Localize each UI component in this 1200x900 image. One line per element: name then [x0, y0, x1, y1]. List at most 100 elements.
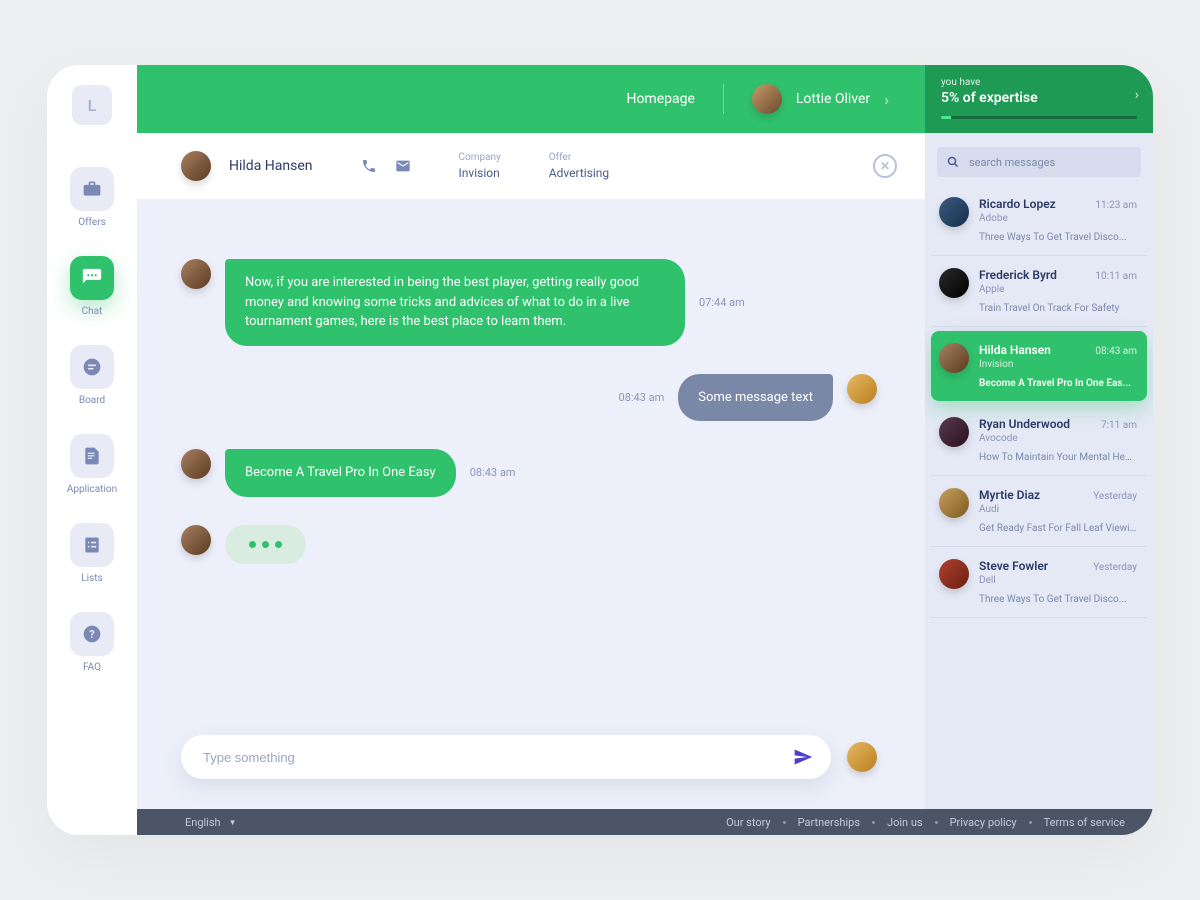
conv-preview: Get Ready Fast For Fall Leaf Viewi...: [979, 523, 1137, 534]
conv-name: Frederick Byrd: [979, 268, 1057, 282]
progress-bar: [941, 116, 951, 119]
conv-time: 7:11 am: [1101, 420, 1137, 431]
conv-name: Steve Fowler: [979, 559, 1048, 573]
chevron-right-icon: ›: [1135, 87, 1139, 103]
expertise-value: 5% of expertise: [941, 90, 1137, 106]
expertise-panel[interactable]: you have 5% of expertise ›: [925, 65, 1153, 133]
conv-time: Yesterday: [1093, 491, 1137, 502]
message-time: 08:43 am: [608, 391, 664, 404]
typing-dots-icon: [249, 541, 282, 548]
search-placeholder: search messages: [969, 156, 1055, 169]
language-selector[interactable]: English ▼: [185, 816, 237, 829]
sidebar: L Offers Chat Board Application: [47, 65, 137, 835]
company-value: Invision: [459, 166, 501, 180]
user-menu[interactable]: Lottie Oliver ›: [752, 84, 889, 114]
document-icon: [70, 434, 114, 478]
conv-company: Invision: [979, 359, 1137, 370]
nav-item-offers[interactable]: Offers: [70, 167, 114, 228]
conv-company: Apple: [979, 284, 1137, 295]
conversation-item[interactable]: Steve FowlerYesterday Dell Three Ways To…: [931, 547, 1147, 618]
conv-preview: How To Maintain Your Mental Heal...: [979, 452, 1137, 463]
conv-company: Adobe: [979, 213, 1137, 224]
caret-down-icon: ▼: [229, 818, 237, 827]
conv-preview: Train Travel On Track For Safety: [979, 303, 1137, 314]
avatar: [181, 449, 211, 479]
contact-name: Hilda Hansen: [229, 158, 313, 174]
avatar: [939, 417, 969, 447]
conversation-item[interactable]: Myrtie DiazYesterday Audi Get Ready Fast…: [931, 476, 1147, 547]
expertise-label: you have: [941, 77, 1137, 88]
message-in: Now, if you are interested in being the …: [181, 259, 877, 346]
send-icon[interactable]: [793, 747, 813, 767]
message-bubble: Now, if you are interested in being the …: [225, 259, 685, 346]
avatar: [939, 559, 969, 589]
nav-label: Board: [79, 395, 105, 406]
message-list: Now, if you are interested in being the …: [137, 199, 925, 735]
divider: [723, 84, 724, 114]
avatar: [752, 84, 782, 114]
message-time: 08:43 am: [470, 466, 526, 479]
main: Homepage Lottie Oliver › you have 5% of …: [137, 65, 1153, 835]
topbar: Homepage Lottie Oliver › you have 5% of …: [137, 65, 1153, 133]
message-input[interactable]: [203, 750, 793, 765]
nav-item-chat[interactable]: Chat: [70, 256, 114, 317]
svg-text:?: ?: [89, 628, 94, 641]
nav-label: Lists: [81, 573, 102, 584]
close-button[interactable]: ✕: [873, 154, 897, 178]
phone-icon[interactable]: [361, 158, 377, 174]
nav-item-faq[interactable]: ? FAQ: [70, 612, 114, 673]
offer-label: Offer: [549, 152, 609, 163]
conv-name: Hilda Hansen: [979, 343, 1051, 357]
help-icon: ?: [70, 612, 114, 656]
conversation-item[interactable]: Ryan Underwood 7:11 am Avocode How To Mai…: [931, 405, 1147, 476]
avatar: [181, 525, 211, 555]
nav-label: FAQ: [83, 662, 101, 673]
homepage-link[interactable]: Homepage: [626, 91, 694, 107]
footer-link[interactable]: Privacy policy: [950, 816, 1017, 829]
conversation-item-active[interactable]: Hilda Hansen08:43 am Invision Become A T…: [931, 331, 1147, 401]
my-avatar: [847, 742, 877, 772]
footer-link[interactable]: Our story: [726, 816, 771, 829]
conv-company: Dell: [979, 575, 1137, 586]
nav-label: Application: [67, 484, 117, 495]
progress-track: [941, 116, 1137, 119]
avatar: [939, 343, 969, 373]
offer-value: Advertising: [549, 166, 609, 180]
search-icon: [947, 156, 959, 168]
chevron-right-icon: ›: [884, 90, 889, 109]
conv-name: Ryan Underwood: [979, 417, 1070, 431]
nav-label: Chat: [82, 306, 103, 317]
nav-item-board[interactable]: Board: [70, 345, 114, 406]
search-box[interactable]: search messages: [937, 147, 1141, 177]
conversations-panel: search messages Ricardo Lopez11:23 am Ad…: [925, 133, 1153, 809]
message-out: 08:43 am Some message text: [181, 374, 877, 422]
conv-time: Yesterday: [1093, 562, 1137, 573]
company-label: Company: [459, 152, 501, 163]
conversation-list: Ricardo Lopez11:23 am Adobe Three Ways T…: [925, 185, 1153, 809]
chat-header: Hilda Hansen Company Invision: [137, 133, 925, 199]
logo-badge: L: [72, 85, 112, 125]
list-icon: [70, 523, 114, 567]
conv-name: Myrtie Diaz: [979, 488, 1040, 502]
language-label: English: [185, 816, 221, 829]
composer-row: [137, 735, 925, 809]
conv-preview: Three Ways To Get Travel Disco...: [979, 232, 1137, 243]
user-name: Lottie Oliver: [796, 91, 870, 107]
content: Hilda Hansen Company Invision: [137, 133, 1153, 809]
conv-company: Avocode: [979, 433, 1137, 444]
avatar: [939, 488, 969, 518]
chat-panel: Hilda Hansen Company Invision: [137, 133, 925, 809]
footer-link[interactable]: Terms of service: [1044, 816, 1125, 829]
conv-name: Ricardo Lopez: [979, 197, 1056, 211]
message-in: Become A Travel Pro In One Easy 08:43 am: [181, 449, 877, 497]
mail-icon[interactable]: [395, 158, 411, 174]
avatar: [939, 197, 969, 227]
nav-item-application[interactable]: Application: [67, 434, 117, 495]
footer-link[interactable]: Partnerships: [798, 816, 860, 829]
footer-link[interactable]: Join us: [887, 816, 923, 829]
nav-item-lists[interactable]: Lists: [70, 523, 114, 584]
conversation-item[interactable]: Frederick Byrd10:11 am Apple Train Trave…: [931, 256, 1147, 327]
message-bubble: Some message text: [678, 374, 833, 422]
footer-links: Our story Partnerships Join us Privacy p…: [726, 816, 1125, 829]
conversation-item[interactable]: Ricardo Lopez11:23 am Adobe Three Ways T…: [931, 185, 1147, 256]
